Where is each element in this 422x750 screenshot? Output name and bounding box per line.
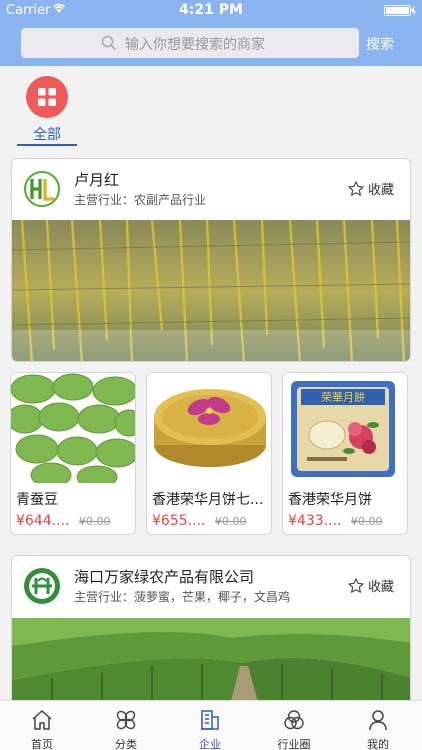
tab-underline (17, 144, 77, 146)
merchant-card[interactable]: 卢月红 主营行业：农副产品行业 收藏 (11, 158, 411, 362)
nav-category-label: 分类 (115, 738, 137, 750)
person-icon (369, 710, 387, 731)
home-icon (32, 710, 52, 730)
header-bar: Carrier 4:21 PM 输入你想要搜索的商家 搜索 (0, 0, 422, 66)
nav-mine[interactable]: 我的 (336, 701, 420, 750)
nav-home[interactable]: 首页 (0, 701, 84, 750)
product-image (147, 373, 271, 483)
category-icon (116, 710, 136, 730)
favorite-label: 收藏 (367, 183, 394, 198)
search-placeholder: 输入你想要搜索的商家 (125, 37, 265, 53)
product-price: ¥655.... (152, 513, 206, 529)
merchant-logo (24, 568, 60, 604)
tab-all-label: 全部 (33, 127, 61, 143)
merchant-logo (24, 171, 60, 207)
product-image: 荣華月餅 (283, 373, 407, 483)
star-icon (348, 180, 364, 196)
product-name: 香港荣华月饼七... (152, 492, 264, 508)
merchant-banner-image (12, 220, 410, 361)
favorite-button[interactable]: 收藏 (347, 179, 394, 198)
search-button[interactable]: 搜索 (366, 34, 394, 54)
grid-icon (38, 88, 56, 106)
battery-icon (384, 5, 416, 16)
nav-circles-label: 行业圈 (277, 738, 311, 750)
circles-icon (284, 710, 304, 730)
product-name: 香港荣华月饼 (288, 492, 372, 508)
product-image (11, 373, 135, 483)
product-card[interactable]: 青蚕豆 ¥644.... ¥0.00 (10, 372, 136, 535)
product-old-price: ¥0.00 (79, 515, 111, 528)
tab-all[interactable]: 全部 (17, 76, 77, 148)
merchant-industry: 主营行业：农副产品行业 (74, 193, 207, 207)
product-name: 青蚕豆 (16, 492, 58, 508)
search-icon (101, 35, 117, 51)
product-card[interactable]: 荣華月餅 香港荣华月饼 ¥433.... ¥0.00 (282, 372, 408, 535)
category-tabs: 全部 (0, 66, 422, 148)
category-all-badge (26, 76, 68, 118)
favorite-label: 收藏 (367, 580, 394, 595)
merchant-card[interactable]: 海口万家绿农产品有限公司 主营行业：菠萝蜜，芒果，椰子，文昌鸡 收藏 (11, 555, 411, 715)
merchant-name: 卢月红 (74, 171, 120, 189)
nav-enterprise[interactable]: 企业 (168, 701, 252, 750)
product-old-price: ¥0.00 (215, 515, 247, 528)
search-input[interactable]: 输入你想要搜索的商家 (21, 28, 359, 58)
merchant-name: 海口万家绿农产品有限公司 (74, 568, 255, 586)
product-price: ¥644.... (16, 513, 70, 529)
enterprise-icon (201, 710, 219, 730)
favorite-button[interactable]: 收藏 (347, 576, 394, 595)
star-icon (348, 577, 364, 593)
nav-mine-label: 我的 (367, 738, 389, 750)
nav-category[interactable]: 分类 (84, 701, 168, 750)
clock: 4:21 PM (179, 2, 243, 18)
svg-text:荣華月餅: 荣華月餅 (321, 390, 365, 404)
bottom-nav: 首页 分类 企业 行业圈 我的 (0, 700, 422, 750)
nav-enterprise-label: 企业 (199, 738, 221, 750)
status-bar: Carrier 4:21 PM (0, 0, 422, 20)
merchant-industry: 主营行业：菠萝蜜，芒果，椰子，文昌鸡 (74, 590, 291, 604)
nav-home-label: 首页 (31, 738, 53, 750)
product-price: ¥433.... (288, 513, 342, 529)
product-card[interactable]: 香港荣华月饼七... ¥655.... ¥0.00 (146, 372, 272, 535)
product-old-price: ¥0.00 (351, 515, 383, 528)
nav-circles[interactable]: 行业圈 (252, 701, 336, 750)
